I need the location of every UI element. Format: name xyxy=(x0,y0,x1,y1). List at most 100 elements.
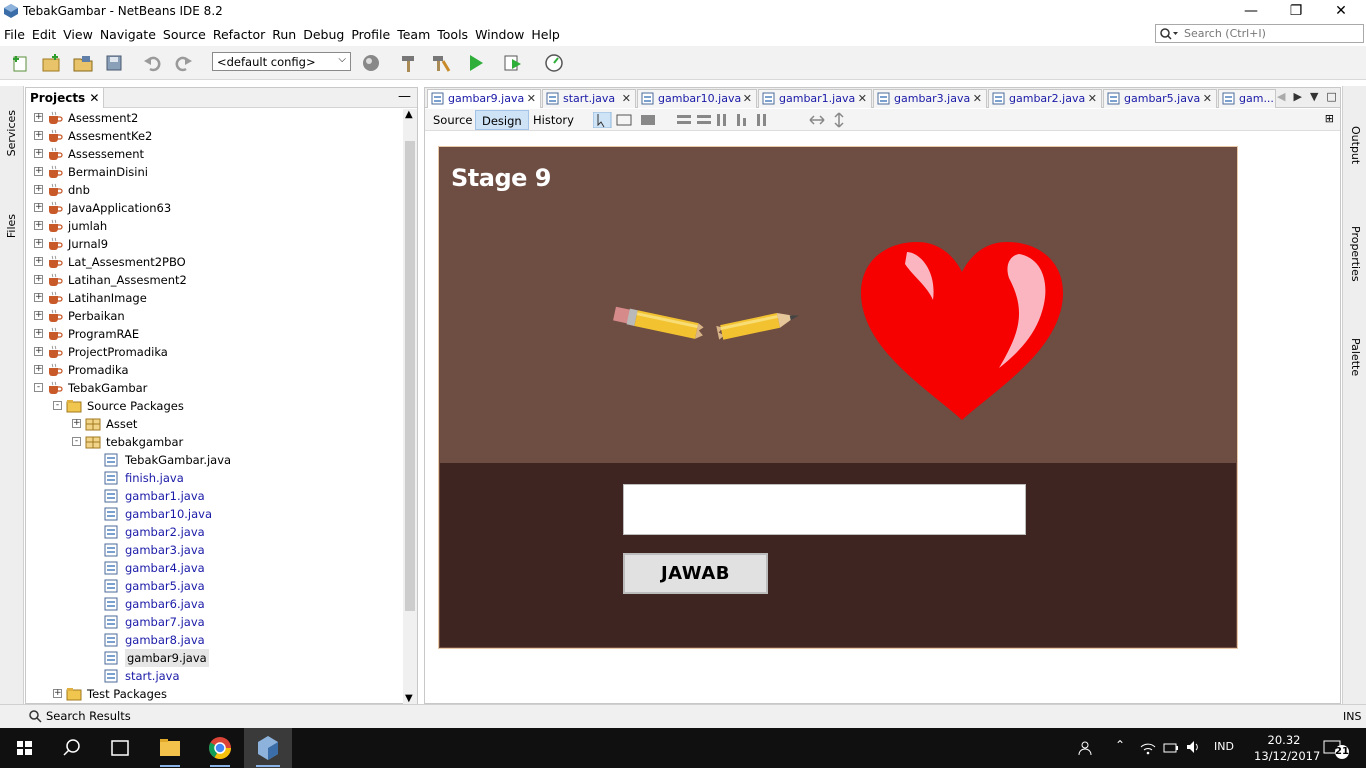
close-icon[interactable]: ✕ xyxy=(89,91,99,105)
output-tab[interactable]: Output xyxy=(1349,126,1362,164)
minimize-button[interactable]: — xyxy=(1228,0,1274,23)
close-icon[interactable]: ✕ xyxy=(743,92,752,105)
menu-file[interactable]: File xyxy=(4,23,29,45)
scroll-up-icon[interactable]: ▲ xyxy=(405,109,413,120)
globe-icon[interactable] xyxy=(360,53,382,73)
profile-icon[interactable] xyxy=(543,53,565,73)
tree-scrollbar[interactable]: ▲ ▼ xyxy=(403,109,417,704)
close-icon[interactable]: ✕ xyxy=(527,92,536,105)
expand-icon[interactable]: + xyxy=(34,275,43,284)
search-taskbar-icon[interactable] xyxy=(48,728,96,768)
collapse-icon[interactable]: - xyxy=(72,437,81,446)
tree-file-item[interactable]: gambar5.java xyxy=(26,577,402,595)
tree-file-item[interactable]: TebakGambar.java xyxy=(26,451,402,469)
menu-help[interactable]: Help xyxy=(531,23,564,45)
tree-project-item[interactable]: + Assessement xyxy=(26,145,402,163)
close-icon[interactable]: ✕ xyxy=(858,92,867,105)
tree-file-item[interactable]: gambar4.java xyxy=(26,559,402,577)
tree-project-item[interactable]: + Jurnal9 xyxy=(26,235,402,253)
align-icons[interactable] xyxy=(675,112,795,128)
close-icon[interactable]: ✕ xyxy=(622,92,631,105)
tree-file-item[interactable]: gambar2.java xyxy=(26,523,402,541)
menu-navigate[interactable]: Navigate xyxy=(100,23,160,45)
services-tab[interactable]: Services xyxy=(5,110,18,156)
collapse-icon[interactable]: - xyxy=(34,383,43,392)
tab-list-icon[interactable]: ▼ xyxy=(1310,90,1326,103)
tab-navigation[interactable]: ◀▶▼□ xyxy=(1277,90,1345,103)
menu-source[interactable]: Source xyxy=(163,23,210,45)
collapse-icon[interactable]: - xyxy=(53,401,62,410)
expand-icon[interactable]: + xyxy=(34,311,43,320)
tree-project-item[interactable]: + dnb xyxy=(26,181,402,199)
scroll-down-icon[interactable]: ▼ xyxy=(405,693,413,704)
tree-file-item[interactable]: gambar3.java xyxy=(26,541,402,559)
tree-project-item[interactable]: + ProgramRAE xyxy=(26,325,402,343)
expand-icon[interactable]: + xyxy=(34,347,43,356)
menu-refactor[interactable]: Refactor xyxy=(213,23,269,45)
menu-run[interactable]: Run xyxy=(272,23,300,45)
tree-file-item[interactable]: gambar8.java xyxy=(26,631,402,649)
menu-tools[interactable]: Tools xyxy=(437,23,472,45)
scrollbar-thumb[interactable] xyxy=(405,141,415,611)
editor-tab[interactable]: gambar9.java ✕ xyxy=(427,89,541,108)
expand-icon[interactable]: + xyxy=(34,167,43,176)
editor-tab[interactable]: gambar5.java ✕ xyxy=(1103,89,1217,108)
tree-file-item[interactable]: gambar7.java xyxy=(26,613,402,631)
jawab-button[interactable]: JAWAB xyxy=(623,553,768,594)
config-select[interactable]: <default config> ⌵ xyxy=(212,52,351,71)
tree-project-item[interactable]: + LatihanImage xyxy=(26,289,402,307)
language-indicator[interactable]: IND xyxy=(1214,740,1234,753)
windows-start-icon[interactable] xyxy=(0,728,48,768)
expand-icon[interactable]: + xyxy=(34,131,43,140)
maximize-editor-icon[interactable]: ⊞ xyxy=(1325,112,1334,125)
search-input[interactable]: Search (Ctrl+I) xyxy=(1155,24,1364,43)
restore-button[interactable]: ❐ xyxy=(1273,0,1319,23)
minimize-panel-icon[interactable]: — xyxy=(398,89,411,104)
new-file-icon[interactable] xyxy=(10,53,32,73)
people-icon[interactable] xyxy=(1078,740,1096,756)
menu-team[interactable]: Team xyxy=(397,23,434,45)
editor-tab[interactable]: gam... xyxy=(1218,89,1276,108)
expand-icon[interactable]: + xyxy=(34,113,43,122)
tree-project-item[interactable]: + Asessment2 xyxy=(26,109,402,127)
expand-icon[interactable]: + xyxy=(72,419,81,428)
selection-mode-icons[interactable] xyxy=(593,112,663,128)
menu-view[interactable]: View xyxy=(63,23,97,45)
task-view-icon[interactable] xyxy=(96,728,144,768)
clean-build-icon[interactable] xyxy=(430,53,452,73)
close-icon[interactable]: ✕ xyxy=(1088,92,1097,105)
redo-icon[interactable] xyxy=(172,53,194,73)
tree-file-item[interactable]: finish.java xyxy=(26,469,402,487)
tree-folder-item[interactable]: + Asset xyxy=(26,415,402,433)
debug-icon[interactable] xyxy=(502,53,524,73)
palette-tab[interactable]: Palette xyxy=(1349,338,1362,376)
tree-project-item[interactable]: + jumlah xyxy=(26,217,402,235)
close-icon[interactable]: ✕ xyxy=(973,92,982,105)
tree-project-item[interactable]: + Latihan_Assesment2 xyxy=(26,271,402,289)
menu-debug[interactable]: Debug xyxy=(303,23,348,45)
menu-edit[interactable]: Edit xyxy=(32,23,60,45)
tree-project-item[interactable]: + Lat_Assesment2PBO xyxy=(26,253,402,271)
run-icon[interactable] xyxy=(465,53,487,73)
menu-profile[interactable]: Profile xyxy=(351,23,394,45)
file-explorer-icon[interactable] xyxy=(146,728,194,768)
editor-tab[interactable]: gambar10.java ✕ xyxy=(637,89,757,108)
undo-icon[interactable] xyxy=(142,53,164,73)
scroll-right-icon[interactable]: ▶ xyxy=(1293,90,1309,103)
design-view-button[interactable]: Design xyxy=(475,110,529,130)
scroll-left-icon[interactable]: ◀ xyxy=(1277,90,1293,103)
volume-icon[interactable] xyxy=(1186,740,1202,754)
wifi-icon[interactable] xyxy=(1140,741,1156,755)
tree-file-item[interactable]: gambar9.java xyxy=(26,649,402,667)
tree-file-item[interactable]: gambar6.java xyxy=(26,595,402,613)
tree-project-item[interactable]: + ProjectPromadika xyxy=(26,343,402,361)
chevron-up-icon[interactable]: ⌃ xyxy=(1115,738,1125,752)
search-results-tab[interactable]: Search Results xyxy=(46,709,131,723)
expand-icon[interactable]: + xyxy=(34,257,43,266)
expand-icon[interactable]: + xyxy=(34,329,43,338)
expand-icon[interactable]: + xyxy=(34,149,43,158)
expand-icon[interactable]: + xyxy=(34,203,43,212)
battery-icon[interactable] xyxy=(1163,741,1179,755)
close-icon[interactable]: ✕ xyxy=(1203,92,1212,105)
tree-project-item[interactable]: - TebakGambar xyxy=(26,379,402,397)
